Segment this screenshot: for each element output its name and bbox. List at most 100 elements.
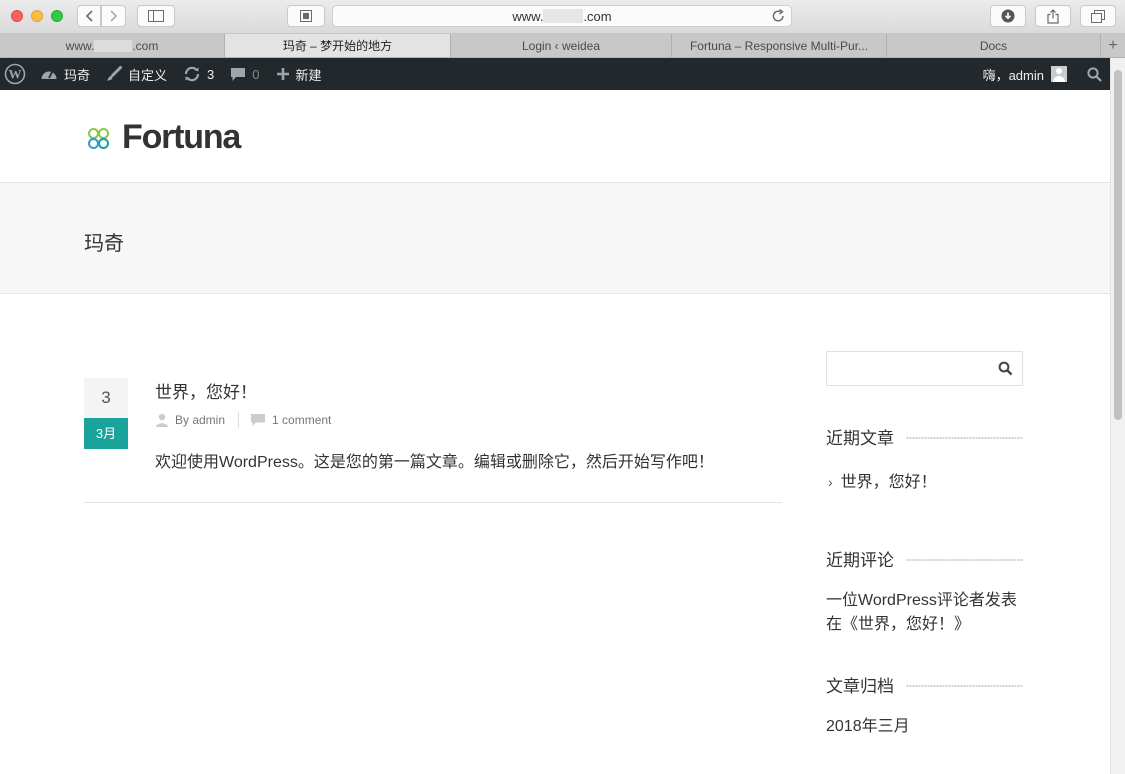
clover-logo-icon [84, 127, 112, 156]
post-comments-link[interactable]: 1 comment [272, 413, 331, 427]
admin-search-button[interactable] [1075, 58, 1110, 90]
zoom-window-button[interactable] [51, 10, 63, 22]
comment-icon [250, 413, 266, 427]
archives-title: 文章归档 [826, 672, 1023, 697]
post-date-day: 3 [84, 378, 128, 418]
customize-menu[interactable]: 自定义 [98, 58, 175, 90]
url-suffix: .com [583, 8, 612, 24]
updates-count: 3 [207, 66, 215, 82]
site-name-menu[interactable]: 玛奇 [32, 58, 98, 90]
recent-posts-list-item[interactable]: › 世界，您好！ [826, 470, 1023, 495]
post-title-link[interactable]: 世界，您好！ [155, 378, 257, 403]
post-item: 3 3月 世界，您好！ By admin 1 comment 欢迎使用WordP… [84, 378, 782, 503]
new-tab-button[interactable]: + [1101, 34, 1125, 57]
recent-comments-title: 近期评论 [826, 546, 1023, 571]
archives-heading: 文章归档 [826, 677, 894, 696]
tab-label: .com [132, 38, 159, 53]
comments-count: 0 [252, 66, 260, 82]
address-bar[interactable]: www. .com [332, 5, 792, 27]
tab-label: Login ‹ weidea [521, 38, 601, 53]
recent-posts-title: 近期文章 [826, 424, 1023, 449]
tab-label: Docs [979, 38, 1008, 53]
sidebar-search-input[interactable] [826, 351, 1023, 386]
close-window-button[interactable] [11, 10, 23, 22]
sidebar-toggle-button[interactable] [137, 5, 175, 27]
chevron-right-icon [109, 10, 117, 22]
my-account-menu[interactable]: 嗨，admin [975, 58, 1075, 90]
chevron-left-icon [85, 10, 93, 22]
site-logo[interactable]: Fortuna [84, 118, 241, 157]
page-title: 玛奇 [84, 233, 124, 255]
post-date-month: 3月 [84, 418, 128, 449]
comment-bubble-icon [230, 67, 246, 82]
recent-post-link[interactable]: 世界，您好！ [841, 474, 937, 491]
post-excerpt: 欢迎使用WordPress。这是您的第一篇文章。编辑或删除它，然后开始写作吧！ [155, 454, 714, 471]
new-label: 新建 [295, 67, 322, 83]
post-author-link[interactable]: By admin [175, 413, 225, 427]
download-icon [1001, 9, 1015, 23]
downloads-button[interactable] [990, 5, 1026, 27]
recent-comment-link[interactable]: 在《世界，您好！》 [826, 613, 1023, 637]
post-date: 3 3月 [84, 378, 128, 449]
share-icon [1047, 8, 1059, 24]
archive-link[interactable]: 2018年三月 [826, 718, 910, 735]
tab-fortuna[interactable]: Fortuna – Responsive Multi-Pur... [672, 34, 887, 57]
site-page: Fortuna 玛奇 3 3月 世界，您好！ By admin 1 commen… [0, 90, 1110, 774]
tab-label-redacted [94, 39, 133, 52]
meta-divider [238, 412, 240, 428]
title-divider [906, 684, 1023, 688]
wp-admin-bar: W 玛奇 自定义 3 0 新建 嗨，admin [0, 58, 1110, 90]
recent-posts-heading: 近期文章 [826, 429, 894, 448]
page-scrollbar[interactable] [1110, 58, 1125, 774]
tab-label: www. [65, 38, 95, 53]
tab-makee[interactable]: 玛奇 – 梦开始的地方 [225, 34, 451, 57]
logo-text: Fortuna [122, 118, 241, 156]
sidebar-icon [148, 10, 164, 22]
tab-site[interactable]: www. .com [0, 34, 225, 57]
comments-menu[interactable]: 0 [222, 58, 267, 90]
url-prefix: www. [512, 8, 544, 24]
user-icon [155, 413, 169, 427]
url-redacted [543, 9, 584, 23]
share-button[interactable] [1035, 5, 1071, 27]
title-divider [906, 558, 1023, 562]
reader-icon [300, 10, 312, 22]
page-title-bar: 玛奇 [0, 183, 1110, 294]
reload-icon[interactable] [772, 8, 785, 26]
tab-label: 玛奇 – 梦开始的地方 [282, 39, 393, 53]
back-button[interactable] [77, 5, 101, 27]
forward-button[interactable] [101, 5, 126, 27]
tab-bar: www. .com 玛奇 – 梦开始的地方 Login ‹ weidea Fort… [0, 34, 1125, 58]
archive-item[interactable]: 2018年三月 [826, 715, 1023, 739]
wordpress-icon: W [4, 63, 26, 85]
updates-menu[interactable]: 3 [175, 58, 222, 90]
tab-overview-button[interactable] [1080, 5, 1116, 27]
recent-comments-heading: 近期评论 [826, 551, 894, 570]
browser-toolbar: www. .com [0, 0, 1125, 34]
greeting-label: 嗨，admin [982, 67, 1044, 83]
recent-comment-item: 一位WordPress评论者发表 在《世界，您好！》 [826, 589, 1023, 637]
svg-text:W: W [9, 67, 22, 82]
tab-login[interactable]: Login ‹ weidea [451, 34, 672, 57]
scrollbar-thumb[interactable] [1114, 70, 1122, 420]
paintbrush-icon [106, 66, 123, 82]
recent-comment-line: 一位WordPress评论者发表 [826, 592, 1017, 609]
plus-icon [276, 67, 290, 81]
new-content-menu[interactable]: 新建 [268, 58, 330, 90]
wp-logo-menu[interactable]: W [0, 58, 32, 90]
title-divider [906, 436, 1023, 440]
search-icon [1087, 66, 1102, 82]
site-header: Fortuna [0, 90, 1110, 183]
tab-docs[interactable]: Docs [887, 34, 1101, 57]
site-name-label: 玛奇 [64, 67, 91, 83]
post-meta: By admin 1 comment [155, 412, 331, 428]
refresh-icon [183, 66, 201, 82]
dashboard-icon [40, 67, 58, 81]
tabs-icon [1091, 9, 1105, 23]
customize-label: 自定义 [128, 67, 168, 83]
chevron-right-icon: › [828, 474, 833, 490]
search-icon[interactable] [998, 361, 1013, 381]
minimize-window-button[interactable] [31, 10, 43, 22]
reader-button[interactable] [287, 5, 325, 27]
avatar [1051, 66, 1067, 82]
